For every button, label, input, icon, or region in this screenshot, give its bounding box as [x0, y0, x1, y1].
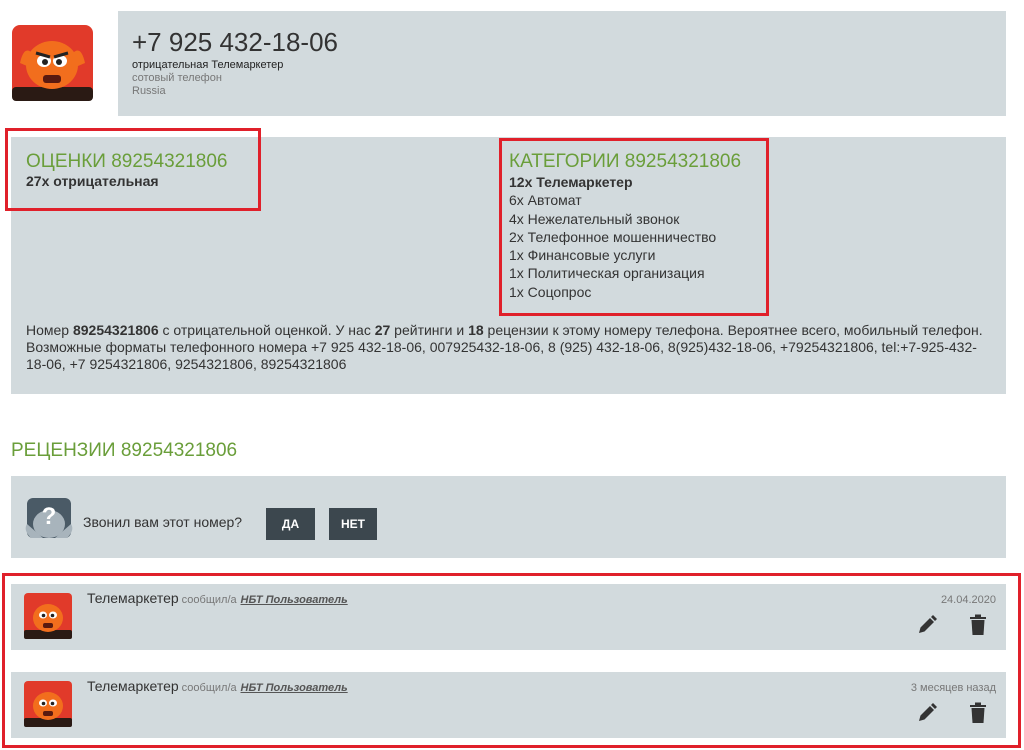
country: Russia: [132, 85, 166, 97]
question-icon: ?: [23, 494, 75, 544]
call-question-panel: ? Звонил вам этот номер? ДА НЕТ: [11, 476, 1006, 558]
yes-button[interactable]: ДА: [266, 508, 315, 540]
reviews-title: РЕЦЕНЗИИ 89254321806: [11, 440, 238, 461]
angry-monster-icon: [12, 25, 93, 101]
caller-avatar: [10, 23, 95, 103]
reviews-highlight: [2, 573, 1021, 748]
no-button[interactable]: НЕТ: [329, 508, 377, 540]
svg-text:?: ?: [42, 503, 57, 530]
phone-type: сотовый телефон: [132, 72, 222, 84]
rating-line: отрицательная Телемаркетер: [132, 59, 284, 71]
phone-number: +7 925 432-18-06: [132, 27, 339, 57]
number-header: +7 925 432-18-06 отрицательная Телемарке…: [118, 11, 1006, 116]
categories-highlight: [499, 138, 769, 316]
call-question: Звонил вам этот номер?: [83, 514, 243, 530]
ratings-highlight: [5, 128, 261, 211]
number-description: Номер 89254321806 с отрицательной оценко…: [26, 322, 983, 372]
